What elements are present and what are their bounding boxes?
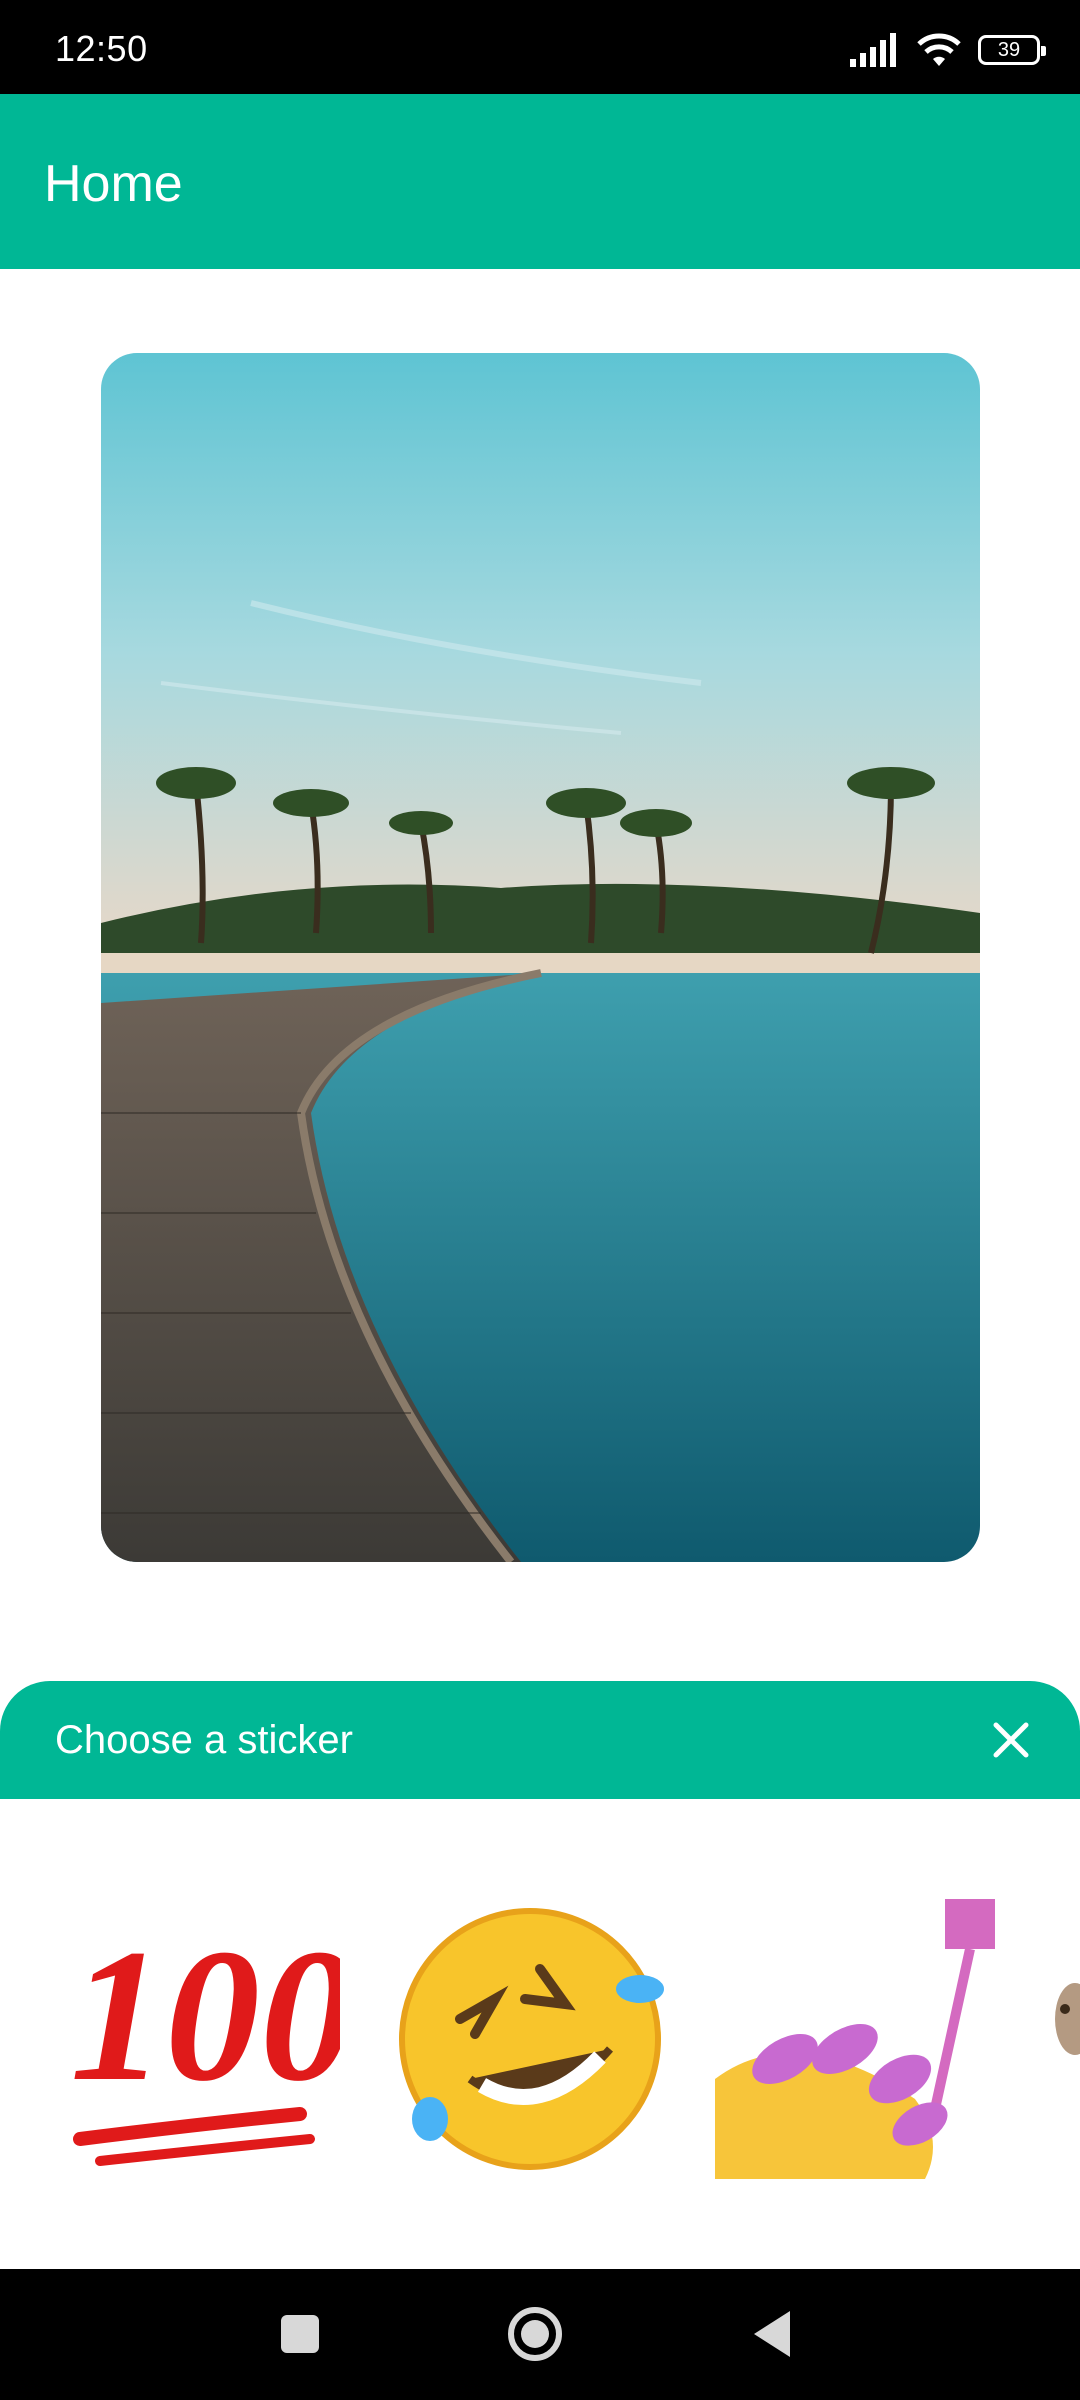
battery-level: 39 — [997, 38, 1021, 61]
sticker-hundred-points[interactable]: 100 — [60, 1899, 340, 2179]
navigation-bar — [0, 2269, 1080, 2400]
status-bar: 12:50 39 — [0, 0, 1080, 94]
sticker-sheet-title: Choose a sticker — [55, 1718, 353, 1762]
back-icon[interactable] — [740, 2299, 810, 2369]
battery-icon: 39 — [978, 35, 1046, 65]
close-icon[interactable] — [986, 1715, 1036, 1765]
beach-photo — [101, 353, 980, 1562]
main-image[interactable] — [101, 353, 980, 1562]
app-bar: Home — [0, 94, 1080, 269]
home-icon[interactable] — [500, 2299, 570, 2369]
status-time: 12:50 — [55, 28, 148, 69]
svg-text:100: 100 — [70, 1911, 340, 2121]
status-icons: 39 — [850, 28, 1046, 72]
wifi-icon — [917, 33, 961, 66]
signal-icon — [850, 33, 896, 67]
sticker-sheet-header: Choose a sticker — [0, 1681, 1080, 1799]
sticker-rabbit-partial[interactable] — [1045, 1899, 1080, 2179]
sticker-nail-polish[interactable] — [715, 1899, 995, 2179]
recent-apps-icon[interactable] — [265, 2299, 335, 2369]
sticker-rofl[interactable] — [390, 1899, 670, 2179]
sticker-list: 100 — [0, 1799, 1080, 2269]
page-title: Home — [44, 155, 183, 213]
